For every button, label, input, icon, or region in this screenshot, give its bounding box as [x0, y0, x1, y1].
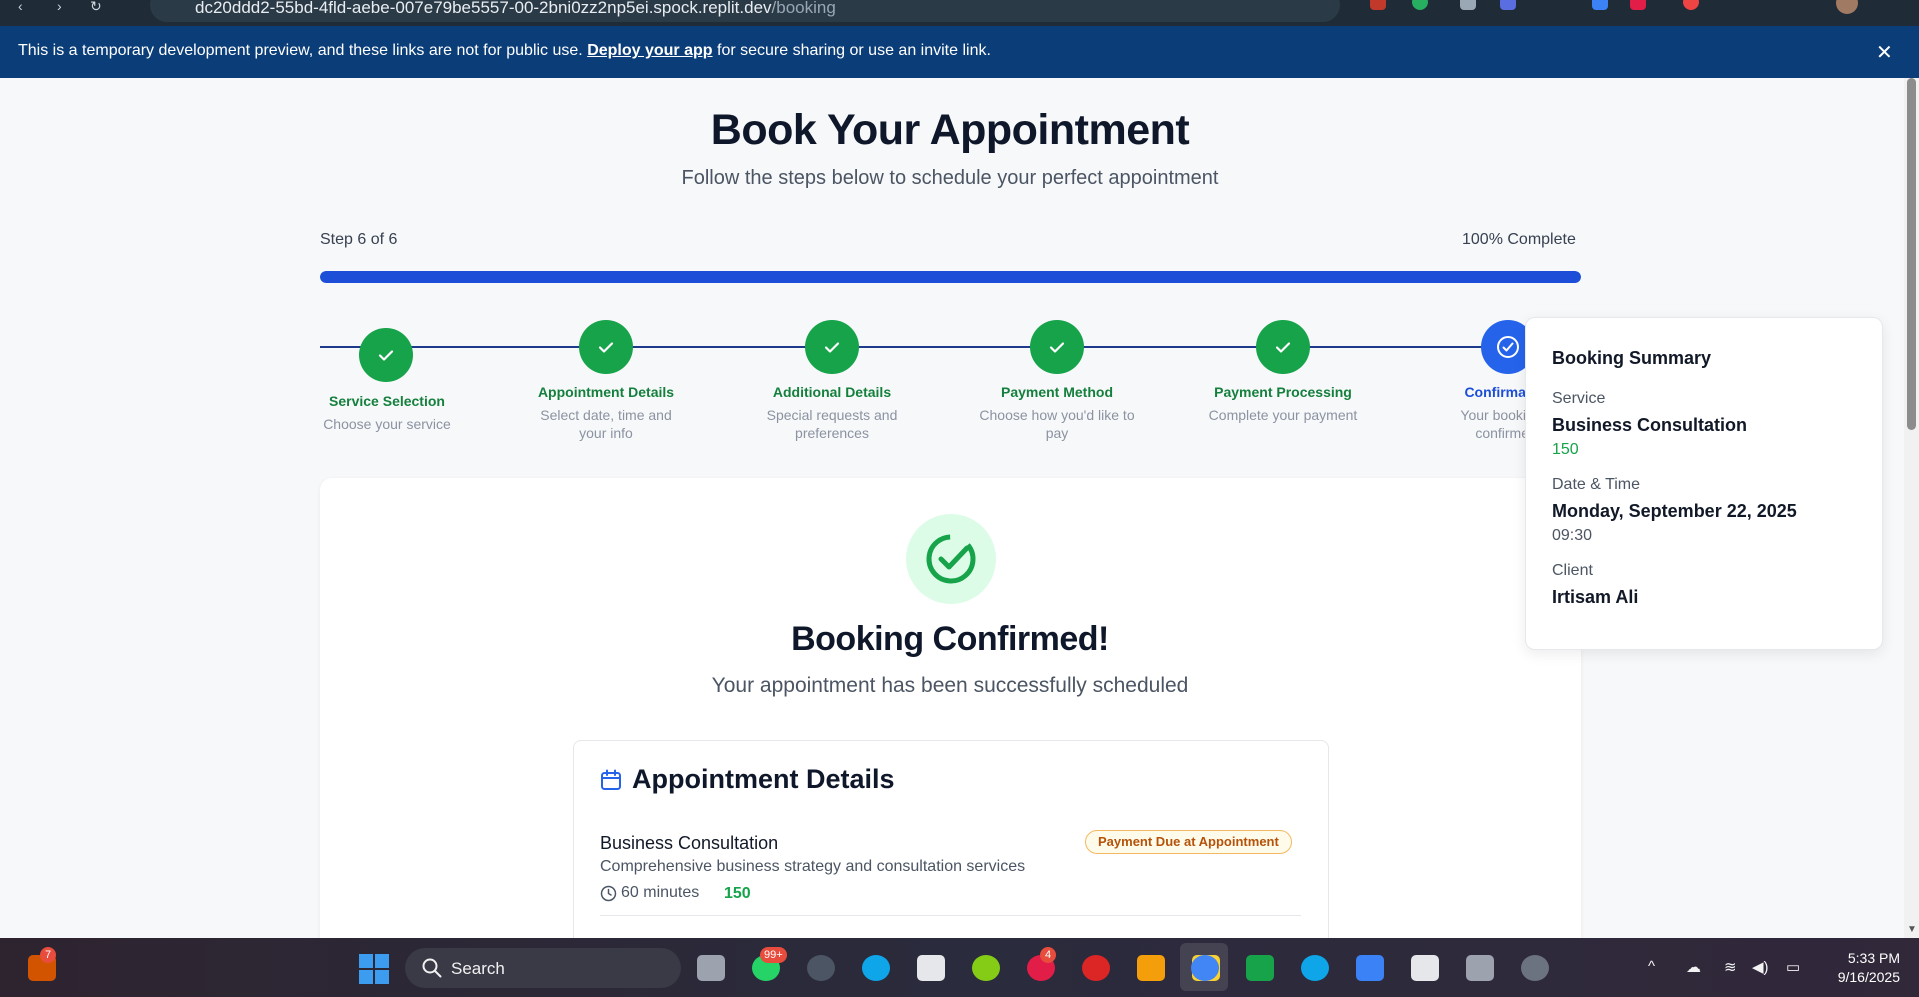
extension-icon[interactable] [1370, 0, 1386, 10]
reload-icon[interactable]: ↻ [90, 0, 102, 14]
step-4-label: Payment Method [1000, 384, 1113, 400]
scroll-down-icon[interactable]: ▼ [1907, 924, 1917, 935]
service-name: Business Consultation [600, 833, 779, 853]
step-2-desc: Select date, time and your info [540, 407, 672, 441]
settings-icon[interactable] [1521, 955, 1549, 981]
extension-icon[interactable] [1500, 0, 1516, 10]
divider [600, 915, 1301, 916]
duration: 60 minutes [600, 884, 699, 902]
clock-icon [600, 885, 617, 901]
app-icon[interactable] [972, 955, 1000, 981]
calculator-icon[interactable] [1466, 955, 1494, 981]
forward-icon[interactable]: › [57, 0, 62, 14]
extension-icon[interactable] [1460, 0, 1476, 10]
chevron-up-icon[interactable]: ^ [1648, 958, 1655, 975]
summary-service-price: 150 [1552, 441, 1579, 458]
stepper-connector [320, 346, 1510, 348]
edge-dev-icon[interactable] [1301, 955, 1329, 981]
browser-toolbar: ‹ › ↻ dc20ddd2-55bd-4fld-aebe-007e79be55… [0, 0, 1919, 26]
clock-date: 9/16/2025 [1837, 969, 1900, 985]
snipping-tool-icon[interactable] [1411, 955, 1439, 981]
service-price: 150 [724, 885, 751, 902]
start-icon[interactable] [359, 954, 389, 984]
deploy-link[interactable]: Deploy your app [587, 42, 712, 59]
widgets-badge: 7 [40, 947, 56, 963]
chrome-logo-icon [1191, 955, 1219, 981]
extension-icon[interactable] [1592, 0, 1608, 10]
step-1-check-icon [359, 328, 413, 382]
summary-datetime-label: Date & Time [1552, 476, 1641, 493]
taskbar-search[interactable]: Search [405, 948, 681, 988]
summary-date-value: Monday, September 22, 2025 [1552, 501, 1797, 521]
app-icon[interactable] [807, 955, 835, 981]
page-scrollbar[interactable]: ▼ [1904, 78, 1919, 938]
taskbar-clock[interactable]: 5:33 PM 9/16/2025 [1820, 949, 1900, 987]
address-url: dc20ddd2-55bd-4fld-aebe-007e79be5557-00-… [195, 0, 836, 17]
banner-text: This is a temporary development preview,… [18, 42, 991, 59]
step-1-label: Service Selection [329, 393, 445, 409]
wifi-icon[interactable]: ≋ [1724, 958, 1737, 976]
cloud-icon[interactable]: ☁ [1686, 958, 1701, 976]
photos-icon[interactable] [1356, 955, 1384, 981]
dev-preview-banner: This is a temporary development preview,… [0, 26, 1919, 78]
summary-time-value: 09:30 [1552, 527, 1593, 544]
step-2-label: Appointment Details [537, 384, 675, 400]
step-counter: Step 6 of 6 [320, 231, 398, 248]
banner-close-icon[interactable]: ✕ [1876, 40, 1893, 65]
store-icon[interactable] [917, 955, 945, 981]
step-4-desc: Choose how you'd like to pay [979, 407, 1135, 441]
battery-icon[interactable]: ▭ [1786, 958, 1800, 976]
summary-service-label: Service [1552, 390, 1606, 407]
volume-icon[interactable]: ◀) [1752, 958, 1769, 976]
scrollbar-thumb[interactable] [1907, 78, 1916, 430]
step-3-label: Additional Details [772, 384, 892, 400]
success-check-icon [906, 514, 996, 604]
back-icon[interactable]: ‹ [18, 0, 23, 14]
step-1-desc: Choose your service [323, 416, 451, 432]
duration-text: 60 minutes [621, 884, 700, 901]
progress-fill [320, 271, 1581, 283]
progress-percent: 100% Complete [1462, 231, 1576, 248]
summary-client-value: Irtisam Ali [1552, 587, 1639, 607]
opera-icon[interactable] [1082, 955, 1110, 981]
summary-service-value: Business Consultation [1552, 415, 1748, 435]
task-view-icon[interactable] [697, 955, 725, 981]
step-4-check-icon [1030, 320, 1084, 374]
search-label: Search [451, 959, 505, 978]
step-2-check-icon [579, 320, 633, 374]
excel-icon[interactable] [1246, 955, 1274, 981]
address-bar[interactable]: dc20ddd2-55bd-4fld-aebe-007e79be5557-00-… [150, 0, 1340, 22]
extension-icon[interactable] [1630, 0, 1646, 10]
service-description: Comprehensive business strategy and cons… [600, 858, 1026, 875]
confirmation-subtitle: Your appointment has been successfully s… [711, 674, 1189, 697]
calendar-icon [600, 769, 622, 796]
whatsapp-badge: 99+ [760, 947, 787, 963]
windows-taskbar: 7 Search 99+ 4 ^ ☁ ≋ ◀) ▭ 5:33 PM 9/16/2… [0, 938, 1919, 997]
booking-summary-title: Booking Summary [1552, 348, 1712, 368]
profile-avatar[interactable] [1836, 0, 1858, 14]
step-3-desc: Special requests and preferences [766, 407, 898, 441]
summary-client-label: Client [1552, 562, 1593, 579]
appointment-details-title: Appointment Details [632, 764, 895, 794]
page-subtitle: Follow the steps below to schedule your … [681, 167, 1219, 189]
search-icon [422, 958, 442, 978]
step-5-label: Payment Processing [1214, 384, 1352, 400]
slack-badge: 4 [1040, 947, 1056, 963]
progress-bar [320, 271, 1581, 283]
step-5-check-icon [1256, 320, 1310, 374]
file-explorer-icon[interactable] [1137, 955, 1165, 981]
edge-icon[interactable] [862, 955, 890, 981]
clock-time: 5:33 PM [1847, 950, 1900, 966]
step-5-desc: Complete your payment [1208, 407, 1358, 423]
step-3-check-icon [805, 320, 859, 374]
extension-icon[interactable] [1683, 0, 1699, 10]
extension-icon[interactable] [1412, 0, 1428, 10]
payment-status-badge: Payment Due at Appointment [1085, 830, 1292, 854]
page-title: Book Your Appointment [710, 106, 1190, 154]
